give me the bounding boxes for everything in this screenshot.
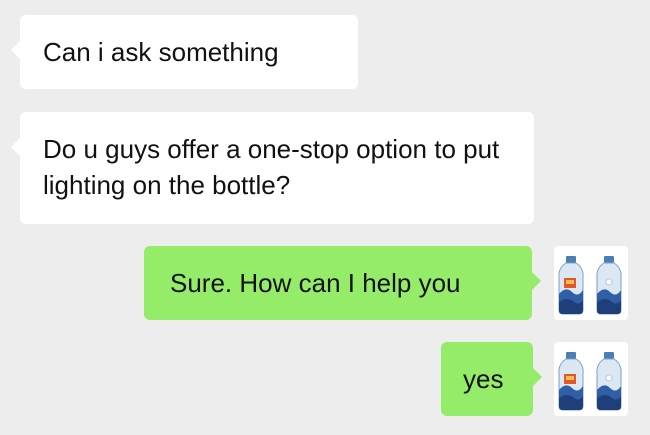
outgoing-message-bubble[interactable]: yes bbox=[441, 342, 542, 416]
chat-window: Can i ask something Do u guys offer a on… bbox=[0, 0, 650, 435]
outgoing-message-bubble[interactable]: Sure. How can I help you bbox=[144, 246, 541, 320]
user-avatar[interactable] bbox=[554, 246, 628, 320]
message-text: Can i ask something bbox=[43, 37, 279, 67]
message-text: Sure. How can I help you bbox=[170, 268, 461, 298]
user-avatar[interactable] bbox=[554, 342, 628, 416]
message-text: yes bbox=[463, 364, 504, 394]
bottle-pair-avatar-icon bbox=[558, 352, 622, 411]
incoming-message-bubble[interactable]: Can i ask something bbox=[11, 15, 358, 89]
incoming-message-bubble[interactable]: Do u guys offer a one-stop option to put… bbox=[11, 112, 534, 224]
message-text: Do u guys offer a one-stop option to put… bbox=[43, 134, 500, 200]
bottle-pair-avatar-icon bbox=[558, 256, 622, 315]
